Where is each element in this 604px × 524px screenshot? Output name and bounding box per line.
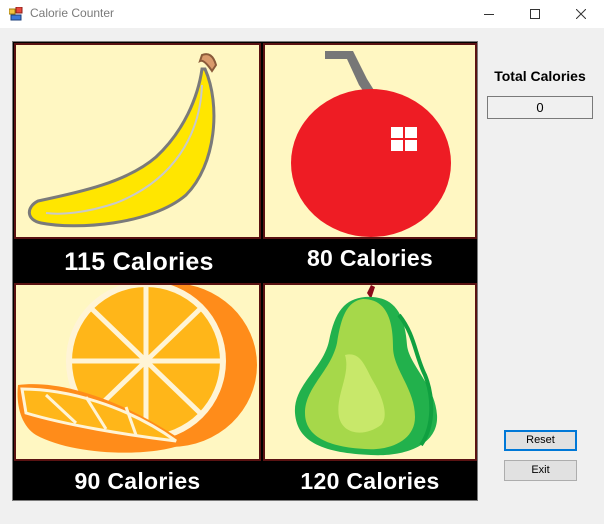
banana-caption: 115 Calories bbox=[64, 248, 214, 276]
maximize-icon bbox=[530, 9, 540, 19]
pear-icon bbox=[294, 285, 438, 456]
window-title: Calorie Counter bbox=[30, 6, 115, 20]
maximize-button[interactable] bbox=[512, 0, 558, 28]
banana-picture[interactable] bbox=[14, 43, 261, 239]
reset-button[interactable]: Reset bbox=[504, 430, 577, 451]
orange-tile[interactable]: 90 Calories bbox=[14, 283, 261, 500]
pear-picture[interactable] bbox=[263, 283, 477, 461]
total-calories-output: 0 bbox=[487, 96, 593, 119]
pear-caption: 120 Calories bbox=[300, 468, 440, 494]
exit-button[interactable]: Exit bbox=[504, 460, 577, 481]
orange-caption: 90 Calories bbox=[74, 468, 201, 494]
minimize-button[interactable] bbox=[466, 0, 512, 28]
app-window: Calorie Counter 115 Calories 80 Calories… bbox=[0, 0, 604, 524]
pear-tile[interactable]: 120 Calories bbox=[263, 283, 477, 500]
banana-tile[interactable]: 115 Calories bbox=[14, 43, 261, 281]
apple-caption: 80 Calories bbox=[306, 245, 434, 271]
title-bar[interactable]: Calorie Counter bbox=[0, 0, 604, 28]
apple-icon bbox=[291, 51, 451, 237]
orange-icon bbox=[17, 285, 257, 453]
minimize-icon bbox=[484, 14, 494, 15]
total-calories-label: Total Calories bbox=[494, 68, 586, 84]
close-button[interactable] bbox=[558, 0, 604, 28]
fruit-panel: 115 Calories 80 Calories 90 Calories 120… bbox=[12, 41, 478, 501]
orange-picture[interactable] bbox=[14, 283, 261, 461]
apple-picture[interactable] bbox=[263, 43, 477, 239]
apple-tile[interactable]: 80 Calories bbox=[263, 43, 477, 281]
app-icon bbox=[9, 7, 23, 21]
banana-icon bbox=[27, 53, 218, 228]
close-icon bbox=[576, 9, 586, 19]
